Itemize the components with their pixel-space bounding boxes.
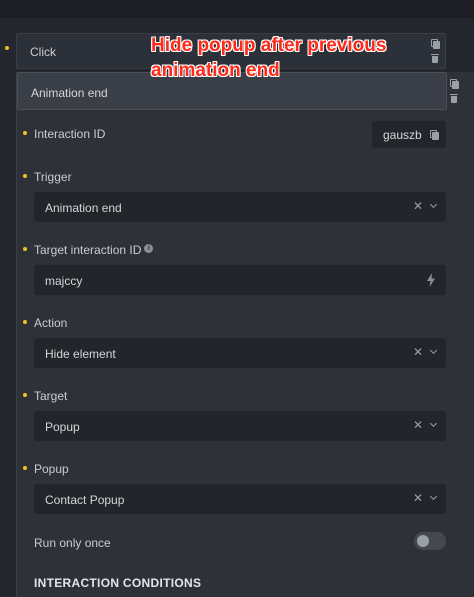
target-interaction-id-label: Target interaction ID i bbox=[34, 243, 154, 257]
trigger-value: Animation end bbox=[45, 201, 122, 215]
annotation-text: Hide popup after previous animation end bbox=[151, 35, 387, 81]
popup-select[interactable]: Contact Popup ✕ bbox=[34, 484, 446, 514]
target-label: Target bbox=[34, 389, 68, 403]
interaction-item-label: Click bbox=[30, 45, 56, 59]
toggle-knob bbox=[417, 535, 429, 547]
interaction-item-label: Animation end bbox=[31, 86, 108, 100]
field-bullet bbox=[23, 393, 27, 397]
target-value: Popup bbox=[45, 420, 80, 434]
field-bullet bbox=[23, 247, 27, 251]
action-label: Action bbox=[34, 316, 68, 330]
top-bar bbox=[0, 0, 474, 18]
trash-icon[interactable] bbox=[450, 94, 458, 103]
bolt-icon[interactable] bbox=[426, 273, 436, 287]
chevron-down-icon[interactable] bbox=[429, 492, 438, 501]
run-only-once-label: Run only once bbox=[34, 536, 111, 550]
clear-icon[interactable]: ✕ bbox=[413, 419, 423, 431]
popup-label: Popup bbox=[34, 462, 69, 476]
chevron-down-icon[interactable] bbox=[429, 419, 438, 428]
target-interaction-id-value: majccy bbox=[45, 274, 83, 288]
trigger-label: Trigger bbox=[34, 170, 72, 184]
trigger-select[interactable]: Animation end ✕ bbox=[34, 192, 446, 222]
clear-icon[interactable]: ✕ bbox=[413, 492, 423, 504]
run-only-once-toggle[interactable] bbox=[414, 532, 446, 550]
action-value: Hide element bbox=[45, 347, 116, 361]
field-bullet bbox=[23, 174, 27, 178]
target-select[interactable]: Popup ✕ bbox=[34, 411, 446, 441]
interaction-conditions-title: INTERACTION CONDITIONS bbox=[34, 576, 202, 590]
action-select[interactable]: Hide element ✕ bbox=[34, 338, 446, 368]
interaction-panel: Animation end bbox=[16, 72, 474, 597]
clear-icon[interactable]: ✕ bbox=[413, 346, 423, 358]
field-bullet bbox=[23, 131, 27, 135]
interaction-id-field[interactable]: gauszb bbox=[372, 121, 446, 148]
copy-icon[interactable] bbox=[450, 79, 459, 89]
target-interaction-id-input[interactable]: majccy bbox=[34, 265, 446, 295]
popup-value: Contact Popup bbox=[45, 493, 125, 507]
field-bullet bbox=[23, 466, 27, 470]
chevron-down-icon[interactable] bbox=[429, 346, 438, 355]
item-actions bbox=[444, 73, 464, 109]
chevron-down-icon[interactable] bbox=[429, 200, 438, 209]
copy-icon[interactable] bbox=[430, 130, 439, 140]
info-icon[interactable]: i bbox=[144, 244, 154, 253]
row-bullet bbox=[5, 46, 9, 50]
target-interaction-id-label-text: Target interaction ID bbox=[34, 243, 142, 257]
interaction-id-label: Interaction ID bbox=[34, 127, 106, 141]
field-bullet bbox=[23, 320, 27, 324]
clear-icon[interactable]: ✕ bbox=[413, 200, 423, 212]
interaction-id-value: gauszb bbox=[383, 128, 422, 142]
